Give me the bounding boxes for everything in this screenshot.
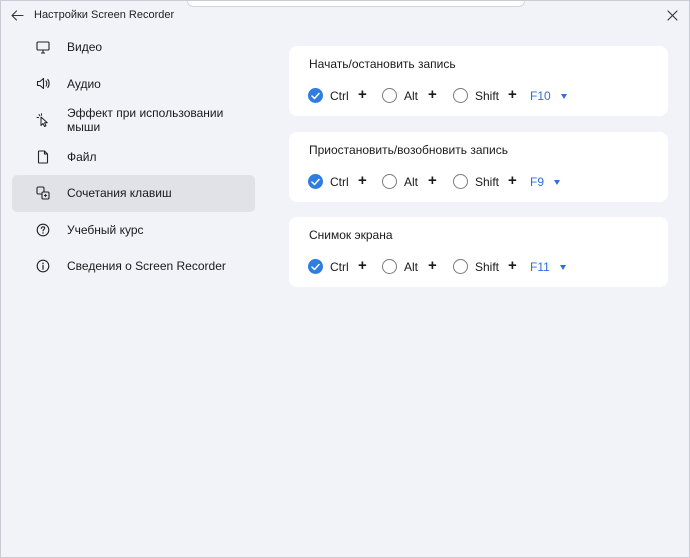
plus-sign: + bbox=[428, 172, 437, 189]
chevron-down-icon bbox=[554, 179, 561, 185]
key-dropdown-value: F11 bbox=[530, 260, 550, 274]
alt-label: Alt bbox=[404, 175, 419, 189]
sidebar-item-video[interactable]: Видео bbox=[12, 29, 255, 66]
ctrl-checkbox[interactable] bbox=[308, 88, 323, 103]
shortcut-icon bbox=[35, 185, 51, 201]
sidebar-item-label: Эффект при использовании мыши bbox=[67, 106, 224, 135]
alt-label: Alt bbox=[404, 89, 419, 103]
plus-sign: + bbox=[508, 257, 517, 274]
plus-sign: + bbox=[358, 257, 367, 274]
title-bar: Настройки Screen Recorder bbox=[1, 1, 689, 29]
card-title: Снимок экрана bbox=[309, 228, 393, 242]
sidebar-item-file[interactable]: Файл bbox=[12, 139, 255, 176]
card-title: Начать/остановить запись bbox=[309, 57, 456, 71]
key-dropdown[interactable]: F9 bbox=[530, 174, 561, 190]
shortcut-row: Ctrl + Alt + Shift + F9 bbox=[308, 172, 658, 192]
plus-sign: + bbox=[358, 172, 367, 189]
alt-checkbox[interactable] bbox=[382, 174, 397, 189]
info-icon bbox=[35, 258, 51, 274]
alt-label: Alt bbox=[404, 260, 419, 274]
plus-sign: + bbox=[358, 86, 367, 103]
shift-label: Shift bbox=[475, 260, 500, 274]
monitor-icon bbox=[35, 39, 51, 55]
alt-checkbox[interactable] bbox=[382, 259, 397, 274]
shortcut-row: Ctrl + Alt + Shift + F11 bbox=[308, 257, 658, 277]
shortcut-card-pause-resume: Приостановить/возобновить запись Ctrl + … bbox=[289, 132, 668, 202]
check-icon bbox=[311, 92, 320, 99]
key-dropdown[interactable]: F11 bbox=[530, 259, 566, 275]
sidebar-item-label: Аудио bbox=[67, 76, 101, 91]
ctrl-label: Ctrl bbox=[330, 260, 349, 274]
shortcut-card-start-stop: Начать/остановить запись Ctrl + Alt + Sh… bbox=[289, 46, 668, 116]
ctrl-label: Ctrl bbox=[330, 89, 349, 103]
shortcut-row: Ctrl + Alt + Shift + F10 bbox=[308, 86, 658, 106]
sidebar: Видео Аудио Эффект при использовании мыш… bbox=[12, 29, 255, 285]
shift-label: Shift bbox=[475, 89, 500, 103]
sidebar-item-label: Видео bbox=[67, 40, 103, 55]
plus-sign: + bbox=[428, 257, 437, 274]
card-title: Приостановить/возобновить запись bbox=[309, 143, 508, 157]
sidebar-item-shortcuts[interactable]: Сочетания клавиш bbox=[12, 175, 255, 212]
chevron-down-icon bbox=[560, 93, 567, 99]
key-dropdown[interactable]: F10 bbox=[530, 88, 567, 104]
plus-sign: + bbox=[508, 86, 517, 103]
check-icon bbox=[311, 178, 320, 185]
speaker-icon bbox=[35, 76, 51, 92]
ctrl-label: Ctrl bbox=[330, 175, 349, 189]
question-icon bbox=[35, 222, 51, 238]
plus-sign: + bbox=[428, 86, 437, 103]
alt-checkbox[interactable] bbox=[382, 88, 397, 103]
shortcut-card-screenshot: Снимок экрана Ctrl + Alt + Shift + F11 bbox=[289, 217, 668, 287]
shift-checkbox[interactable] bbox=[453, 259, 468, 274]
file-icon bbox=[35, 149, 51, 165]
ctrl-checkbox[interactable] bbox=[308, 259, 323, 274]
sidebar-item-audio[interactable]: Аудио bbox=[12, 66, 255, 103]
key-dropdown-value: F9 bbox=[530, 175, 545, 189]
close-icon bbox=[666, 9, 678, 21]
sidebar-item-label: Учебный курс bbox=[67, 222, 144, 237]
window-title: Настройки Screen Recorder bbox=[34, 9, 175, 21]
ctrl-checkbox[interactable] bbox=[308, 174, 323, 189]
sidebar-item-tutorial[interactable]: Учебный курс bbox=[12, 212, 255, 249]
plus-sign: + bbox=[508, 172, 517, 189]
sidebar-item-label: Сочетания клавиш bbox=[67, 186, 172, 201]
shift-label: Shift bbox=[475, 175, 500, 189]
chevron-down-icon bbox=[559, 264, 566, 270]
close-button[interactable] bbox=[663, 6, 681, 24]
back-button[interactable] bbox=[7, 6, 27, 24]
sidebar-item-mouse-effect[interactable]: Эффект при использовании мыши bbox=[12, 102, 255, 139]
shift-checkbox[interactable] bbox=[453, 174, 468, 189]
sidebar-item-label: Файл bbox=[67, 149, 97, 164]
check-icon bbox=[311, 263, 320, 270]
shift-checkbox[interactable] bbox=[453, 88, 468, 103]
sidebar-item-label: Сведения о Screen Recorder bbox=[67, 259, 226, 274]
sidebar-item-about[interactable]: Сведения о Screen Recorder bbox=[12, 248, 255, 285]
settings-window: Настройки Screen Recorder Видео Аудио Эф… bbox=[0, 0, 690, 558]
key-dropdown-value: F10 bbox=[530, 89, 551, 103]
arrow-left-icon bbox=[10, 9, 24, 21]
mouse-pointer-icon bbox=[35, 112, 51, 128]
